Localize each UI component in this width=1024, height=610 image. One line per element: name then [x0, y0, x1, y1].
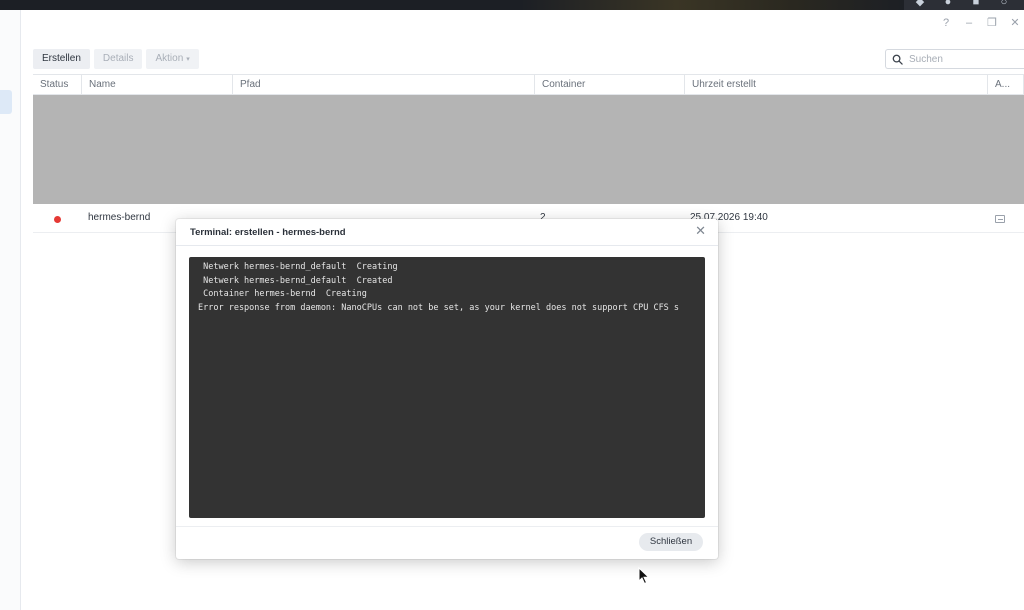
column-path[interactable]: Pfad — [233, 75, 535, 95]
search-box[interactable] — [885, 49, 1024, 69]
terminal-line: Netwerk hermes-bernd_default Created — [198, 275, 393, 286]
close-icon[interactable]: ✕ — [695, 224, 706, 238]
status-dot — [54, 216, 61, 223]
sidebar-item-selected[interactable] — [0, 90, 12, 114]
divider — [176, 526, 718, 527]
column-created[interactable]: Uhrzeit erstellt — [685, 75, 988, 95]
notification-icon[interactable]: ◆ — [914, 0, 926, 8]
wallpaper-strip — [520, 0, 910, 10]
restore-icon[interactable]: ❐ — [987, 16, 997, 30]
chevron-down-icon: ▾ — [186, 56, 190, 63]
mouse-cursor-icon — [638, 567, 650, 585]
terminal-line: Error response from daemon: NanoCPUs can… — [198, 302, 680, 313]
create-button[interactable]: Erstellen — [33, 49, 90, 69]
row-name: hermes-bernd — [88, 212, 151, 223]
terminal-output: Netwerk hermes-bernd_default Creating Ne… — [189, 257, 705, 518]
column-name[interactable]: Name — [82, 75, 233, 95]
action-label: Aktion — [155, 53, 184, 64]
sidebar — [0, 10, 21, 610]
help-icon[interactable]: ? — [941, 16, 951, 30]
widgets-icon[interactable]: ■ — [970, 0, 982, 8]
divider — [176, 245, 718, 246]
column-actions[interactable]: A... — [988, 75, 1024, 95]
search-icon — [892, 54, 903, 65]
action-button[interactable]: Aktion ▾ — [146, 49, 199, 69]
search-icon[interactable]: ○ — [998, 0, 1010, 8]
terminal-line: Container hermes-bernd Creating — [198, 289, 367, 299]
dialog-title: Terminal: erstellen - hermes-bernd — [190, 227, 346, 238]
minimize-icon[interactable]: – — [964, 16, 974, 30]
user-icon[interactable]: ● — [942, 0, 954, 8]
os-top-bar: ◆ ● ■ ○ — [0, 0, 1024, 10]
search-input[interactable] — [909, 53, 1019, 65]
terminal-icon[interactable] — [995, 215, 1005, 223]
table-header: Status Name Pfad Container Uhrzeit erste… — [33, 74, 1024, 95]
system-tray: ◆ ● ■ ○ — [904, 0, 1024, 10]
terminal-line: Netwerk hermes-bernd_default Creating — [198, 262, 398, 272]
details-button[interactable]: Details — [93, 49, 143, 69]
terminal-dialog: Terminal: erstellen - hermes-bernd ✕ Net… — [176, 219, 718, 559]
close-window-icon[interactable]: ✕ — [1010, 16, 1020, 30]
column-status[interactable]: Status — [33, 75, 82, 95]
window-controls: ? – ❐ ✕ — [941, 16, 1020, 30]
column-container[interactable]: Container — [535, 75, 685, 95]
close-button[interactable]: Schließen — [639, 533, 703, 551]
toolbar: Erstellen Details Aktion ▾ — [33, 49, 199, 69]
redacted-rows — [33, 95, 1024, 204]
